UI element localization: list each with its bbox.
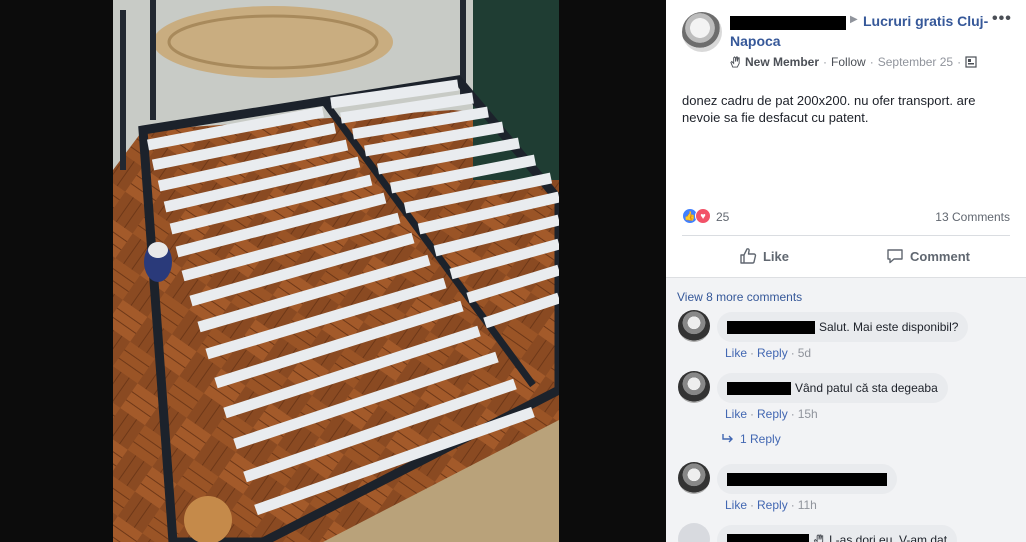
comment-actions: Like · Reply · 11h — [725, 498, 817, 512]
post-date[interactable]: September 25 — [878, 55, 953, 69]
commenter-avatar[interactable] — [678, 310, 710, 342]
reply-arrow-icon — [722, 434, 733, 443]
reactions-summary[interactable]: 👍 ♥ 25 13 Comments — [682, 208, 1010, 226]
comment-reply-link[interactable]: Reply — [757, 407, 788, 421]
commenter-avatar[interactable] — [678, 523, 710, 542]
comment-time[interactable]: 15h — [798, 407, 818, 421]
post-header: ▶ Lucruri gratis Cluj- Napoca ••• New Me… — [682, 10, 1022, 72]
comment-reply-link[interactable]: Reply — [757, 346, 788, 360]
like-button[interactable]: Like — [682, 238, 846, 274]
post-side-panel: ▶ Lucruri gratis Cluj- Napoca ••• New Me… — [666, 0, 1026, 542]
redacted-commenter-name — [727, 320, 815, 334]
audience-icon[interactable] — [965, 56, 977, 68]
like-button-label: Like — [762, 248, 789, 264]
group-name-link-continued[interactable]: Napoca — [730, 33, 781, 49]
comment-text: Vând patul că sta degeaba — [795, 381, 938, 395]
divider — [682, 235, 1010, 236]
commenter-avatar[interactable] — [678, 371, 710, 403]
comment-count[interactable]: 13 Comments — [935, 210, 1010, 224]
meta-separator: · — [823, 55, 828, 69]
post-meta: New Member · Follow · September 25 · — [730, 55, 977, 69]
meta-separator: · — [790, 346, 795, 360]
meta-separator: · — [790, 498, 795, 512]
photo-viewer — [0, 0, 666, 542]
comment-time[interactable]: 5d — [798, 346, 811, 360]
meta-separator: · — [957, 55, 962, 69]
comment-bubble: Vând patul că sta degeaba — [717, 373, 948, 403]
meta-separator: · — [750, 407, 755, 421]
comment-icon — [887, 249, 903, 264]
love-reaction-icon: ♥ — [695, 208, 711, 224]
comment-button[interactable]: Comment — [846, 238, 1010, 274]
more-options-button[interactable]: ••• — [992, 10, 1012, 28]
thumbs-up-icon — [740, 248, 757, 264]
redacted-comment-content — [727, 472, 887, 486]
comment-time[interactable]: 11h — [798, 498, 817, 512]
bed-frame-image — [113, 0, 559, 542]
meta-separator: · — [869, 55, 874, 69]
comments-section: View 8 more comments Salut. Mai este dis… — [666, 277, 1026, 542]
comment-text: Salut. Mai este disponibil? — [819, 320, 959, 334]
comment-bubble — [717, 464, 897, 494]
author-avatar[interactable] — [682, 12, 722, 52]
caret-right-icon: ▶ — [850, 14, 858, 25]
comment-like-link[interactable]: Like — [725, 346, 747, 360]
group-name-link[interactable]: Lucruri gratis Cluj- — [863, 13, 988, 29]
commenter-avatar[interactable] — [678, 462, 710, 494]
reaction-count[interactable]: 25 — [716, 210, 729, 224]
comment-actions: Like · Reply · 15h — [725, 407, 818, 421]
meta-separator: · — [790, 407, 795, 421]
member-badge: New Member — [745, 55, 820, 69]
comment-button-label: Comment — [910, 248, 970, 264]
follow-link[interactable]: Follow — [831, 55, 866, 69]
replies-count: 1 Reply — [740, 432, 781, 446]
hand-wave-icon — [730, 56, 740, 68]
view-more-comments-link[interactable]: View 8 more comments — [677, 290, 802, 304]
redacted-commenter-name — [727, 533, 809, 542]
comment-bubble: Salut. Mai este disponibil? — [717, 312, 969, 342]
comment-like-link[interactable]: Like — [725, 407, 747, 421]
post-text: donez cadru de pat 200x200. nu ofer tran… — [682, 93, 976, 125]
post-photo[interactable] — [113, 0, 559, 542]
comment-bubble: I -as dori eu. V-am dat — [717, 525, 958, 542]
redacted-commenter-name — [727, 381, 791, 395]
comment-actions: Like · Reply · 5d — [725, 346, 811, 360]
comment-reply-link[interactable]: Reply — [757, 498, 788, 512]
hand-wave-icon — [813, 534, 824, 542]
meta-separator: · — [750, 346, 755, 360]
view-replies-link[interactable]: 1 Reply — [722, 432, 781, 446]
meta-separator: · — [750, 498, 755, 512]
reaction-icons: 👍 ♥ — [682, 208, 711, 224]
comment-text: I -as dori eu. V-am dat — [829, 533, 948, 542]
comment-like-link[interactable]: Like — [725, 498, 747, 512]
redacted-author-name — [730, 16, 846, 30]
post-actions: Like Comment — [682, 238, 1010, 274]
